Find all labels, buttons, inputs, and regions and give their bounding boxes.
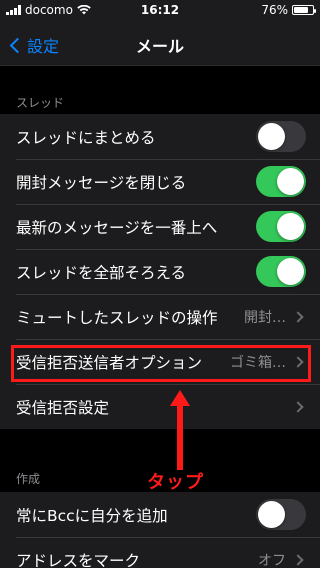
status-right: 76% <box>261 3 316 17</box>
battery-icon <box>292 5 316 15</box>
chevron-right-icon <box>292 355 304 368</box>
row-label: 常にBccに自分を追加 <box>16 506 168 525</box>
row-label: ミュートしたスレッドの操作 <box>16 308 218 327</box>
annotation-tap-label: タップ <box>147 472 204 493</box>
row-value: 開封… <box>244 309 286 326</box>
row-label: アドレスをマーク <box>16 551 141 568</box>
row-label: 開封メッセージを閉じる <box>16 173 187 192</box>
toggle-switch[interactable] <box>256 166 306 197</box>
row-label: スレッドにまとめる <box>16 128 156 147</box>
threads-group: スレッドにまとめる 開封メッセージを閉じる 最新のメッセージを一番上へ スレッド… <box>0 114 320 429</box>
row-label: 最新のメッセージを一番上へ <box>16 218 218 237</box>
row-blocked-sender-options[interactable]: 受信拒否送信者オプション ゴミ箱… <box>0 339 320 384</box>
chevron-right-icon <box>292 553 304 566</box>
section-header-threads: スレッド <box>16 96 65 110</box>
battery-percent: 76% <box>261 3 288 17</box>
page-title: メール <box>135 37 184 56</box>
row-latest-on-top[interactable]: 最新のメッセージを一番上へ <box>0 204 320 249</box>
compose-group: 常にBccに自分を追加 アドレスをマーク オフ <box>0 492 320 568</box>
row-always-bcc-myself[interactable]: 常にBccに自分を追加 <box>0 492 320 537</box>
nav-bar: 設定 メール <box>0 22 320 66</box>
toggle-switch[interactable] <box>256 211 306 242</box>
toggle-switch[interactable] <box>256 121 306 152</box>
chevron-right-icon <box>292 400 304 413</box>
row-close-opened-messages[interactable]: 開封メッセージを閉じる <box>0 159 320 204</box>
toggle-switch[interactable] <box>256 499 306 530</box>
status-bar: docomo 16:12 76% <box>0 0 320 22</box>
row-mark-addresses[interactable]: アドレスをマーク オフ <box>0 537 320 568</box>
row-blocked-settings[interactable]: 受信拒否設定 <box>0 384 320 429</box>
row-value: ゴミ箱… <box>230 354 286 371</box>
row-complete-threads[interactable]: スレッドを全部そろえる <box>0 249 320 294</box>
row-label: 受信拒否送信者オプション <box>16 353 203 372</box>
row-label: スレッドを全部そろえる <box>16 263 187 282</box>
battery-fill <box>294 7 308 13</box>
row-collapse-threads[interactable]: スレッドにまとめる <box>0 114 320 159</box>
chevron-right-icon <box>292 310 304 323</box>
row-muted-thread-action[interactable]: ミュートしたスレッドの操作 開封… <box>0 294 320 339</box>
row-value: オフ <box>258 552 286 568</box>
toggle-switch[interactable] <box>256 256 306 287</box>
row-label: 受信拒否設定 <box>16 398 110 417</box>
